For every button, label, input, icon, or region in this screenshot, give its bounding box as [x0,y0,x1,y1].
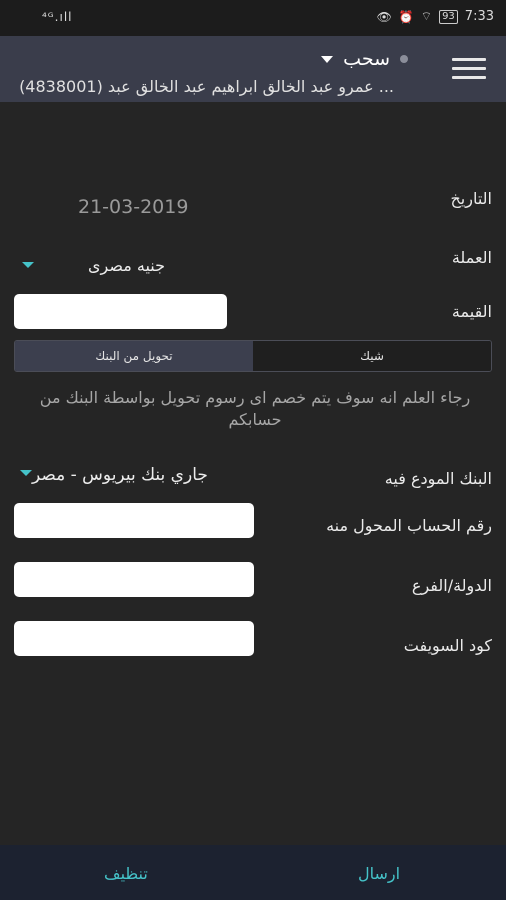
triangle-down-icon [22,262,34,268]
alarm-icon: ⏰ [398,9,414,24]
swift-code-input[interactable] [14,621,254,656]
title-dropdown[interactable]: سحب [303,48,408,70]
currency-label: العملة [451,248,492,267]
country-branch-input[interactable] [14,562,254,597]
status-time: 7:33 [464,9,494,24]
account-number-label: رقم الحساب المحول منه [326,516,492,535]
currency-value: جنيه مصرى [88,256,166,275]
clear-button[interactable]: تنظيف [104,864,148,883]
account-number-input[interactable] [14,503,254,538]
app-bar: سحب (4838001) عمرو عبد الخالق ابراهيم عب… [0,36,506,102]
wifi-icon: ⌔ [420,9,433,23]
date-value[interactable]: 21-03-2019 [78,196,188,218]
bottom-action-bar: تنظيف ارسال [0,845,506,900]
signal-icon: ⁴ᴳ.ıll [42,10,73,24]
amount-label: القيمة [451,302,492,321]
payment-method-tabs: تحويل من البنك شيك [14,340,492,372]
status-bar: ⁴ᴳ.ıll 👁 ⏰ ⌔ 93 7:33 [0,0,506,36]
status-dot-icon [400,55,408,63]
fees-notice: رجاء العلم انه سوف يتم خصم اى رسوم تحويل… [39,388,471,429]
battery-icon: 93 [439,9,458,24]
eye-icon: 👁 [376,9,392,24]
date-label: التاريخ [450,189,492,208]
bank-label: البنك المودع فيه [384,469,492,488]
swift-label: كود السويفت [403,636,492,655]
triangle-down-icon [20,470,32,476]
hamburger-menu-icon[interactable] [452,58,486,82]
tab-bank-transfer[interactable]: تحويل من البنك [15,341,253,371]
tab-check[interactable]: شيك [253,341,491,371]
send-button[interactable]: ارسال [358,864,400,883]
country-branch-label: الدولة/الفرع [411,576,492,595]
page-title: سحب [343,48,390,70]
account-subtitle: (4838001) عمرو عبد الخالق ابراهيم عبد ال… [19,77,394,96]
amount-input[interactable] [14,294,227,329]
triangle-down-icon [321,55,334,63]
bank-value: جاري بنك بيريوس - مصر [32,465,208,485]
